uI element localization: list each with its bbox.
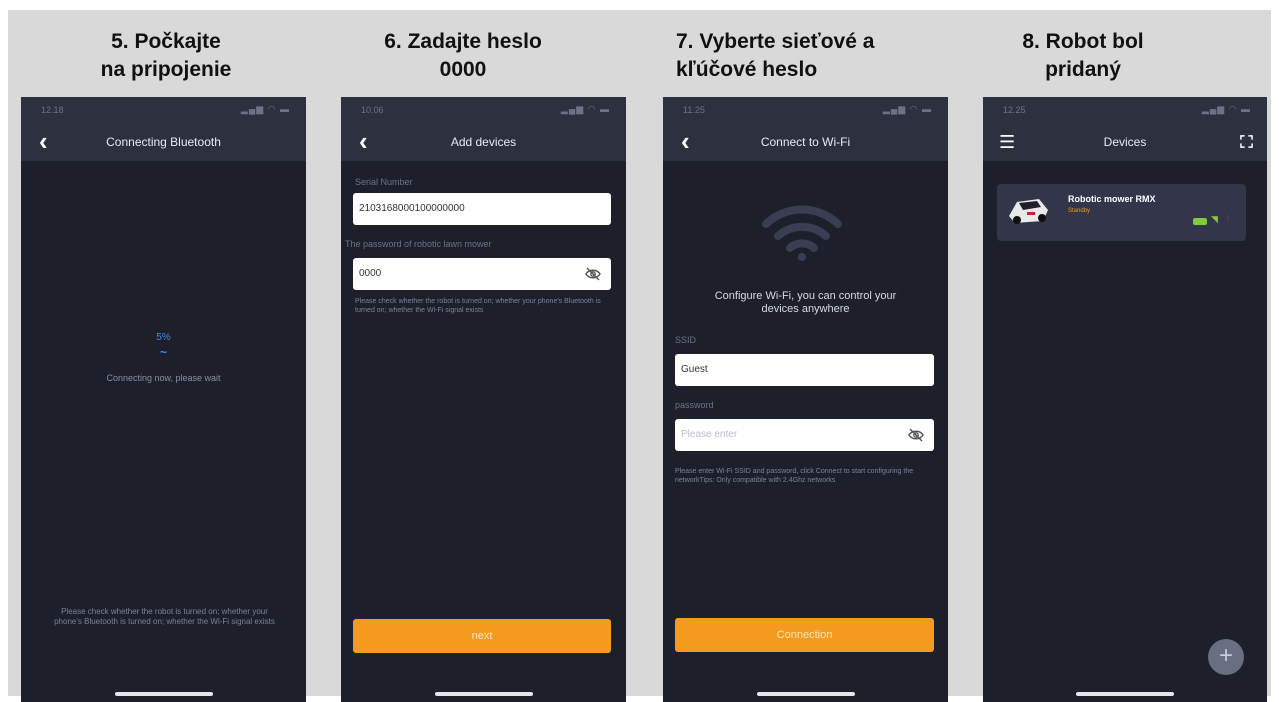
serial-number-label: Serial Number: [355, 177, 413, 187]
ssid-label: SSID: [675, 335, 697, 345]
wifi-password-field[interactable]: Please enter: [675, 419, 934, 451]
fullscreen-icon[interactable]: [1240, 135, 1253, 148]
progress-percent: 5%: [156, 332, 171, 343]
phone-add-devices: 10.06 ▂▄▆ ◠ ▬ ‹ Add devices Serial Numbe…: [341, 97, 626, 702]
add-device-button[interactable]: +: [1208, 639, 1244, 675]
status-icons: ▂▄▆ ◠ ▬: [1201, 104, 1251, 114]
password-label: password: [675, 400, 714, 410]
bluetooth-icon: ᛒ: [1226, 214, 1231, 223]
wifi-icon: [762, 205, 842, 261]
nav-bar: ‹ Connecting Bluetooth: [21, 123, 306, 161]
home-indicator: [1076, 692, 1174, 696]
password-label: The password of robotic lawn mower: [345, 239, 492, 249]
home-indicator: [114, 692, 213, 696]
nav-bar: ☰ Devices: [983, 123, 1267, 161]
connection-button[interactable]: Connection: [675, 618, 934, 652]
nav-bar: ‹ Add devices: [341, 123, 626, 161]
status-time: 11.25: [683, 105, 705, 115]
nav-title: Devices: [1103, 135, 1147, 149]
step-6-heading: 6. Zadajte heslo 0000: [384, 30, 542, 81]
step-5-heading: 5. Počkajte na pripojenie: [100, 30, 232, 81]
eye-off-icon[interactable]: [585, 266, 601, 282]
phone-connecting-bluetooth: 12.18 ▂▄▆ ◠ ▬ ‹ Connecting Bluetooth 5% …: [21, 97, 306, 702]
configure-text: Configure Wi-Fi, you can control your de…: [714, 290, 897, 315]
ssid-field[interactable]: Guest: [675, 354, 934, 386]
home-indicator: [756, 692, 855, 696]
waiting-text: Connecting now, please wait: [106, 373, 221, 383]
step-7-heading: 7. Vyberte sieťové a kľúčové heslo: [676, 30, 875, 81]
status-icons: ▂▄▆ ◠ ▬: [882, 104, 932, 114]
nav-title: Add devices: [450, 135, 517, 149]
device-card[interactable]: Robotic mower RMX Standby ◥ ᛒ: [997, 184, 1246, 241]
connection-hint: Please check whether the robot is turned…: [355, 298, 601, 314]
password-placeholder: Please enter: [681, 429, 738, 440]
status-bar: 10.06 ▂▄▆ ◠ ▬: [341, 97, 626, 123]
wifi-signal-icon: ◥: [1211, 214, 1218, 224]
status-time: 12.18: [41, 105, 64, 115]
status-icons: ▂▄▆ ◠ ▬: [560, 104, 610, 114]
home-indicator: [434, 692, 533, 696]
step-8-heading: 8. Robot bol pridaný: [1022, 30, 1144, 81]
status-icons: ▂▄▆ ◠ ▬: [240, 104, 290, 114]
password-value: 0000: [359, 268, 382, 279]
device-name: Robotic mower RMX: [1068, 194, 1156, 204]
progress-spinner: ~: [159, 345, 167, 359]
status-bar: 11.25 ▂▄▆ ◠ ▬: [663, 97, 948, 123]
status-time: 10.06: [361, 105, 384, 115]
nav-title: Connect to Wi-Fi: [760, 135, 851, 149]
device-status: Standby: [1068, 208, 1091, 214]
phone-connect-wifi: 11.25 ▂▄▆ ◠ ▬ ‹ Connect to Wi-Fi Configu…: [663, 97, 948, 702]
bottom-hint: Please check whether the robot is turned…: [54, 607, 275, 626]
password-field[interactable]: 0000: [353, 258, 611, 290]
eye-off-icon[interactable]: [908, 427, 924, 443]
nav-title: Connecting Bluetooth: [106, 135, 221, 149]
next-button[interactable]: next: [353, 619, 611, 653]
status-time: 12.25: [1003, 105, 1026, 115]
status-bar: 12.18 ▂▄▆ ◠ ▬: [21, 97, 306, 123]
status-bar: 12.25 ▂▄▆ ◠ ▬: [983, 97, 1267, 123]
plus-icon: +: [1218, 642, 1233, 669]
tutorial-canvas: 5. Počkajte na pripojenie 12.18 ▂▄▆ ◠ ▬ …: [8, 10, 1271, 702]
battery-icon: [1193, 218, 1207, 225]
phone-devices: 12.25 ▂▄▆ ◠ ▬ ☰ Devices Robotic mower RM…: [983, 97, 1267, 702]
mower-icon: [1009, 199, 1048, 224]
nav-bar: ‹ Connect to Wi-Fi: [663, 123, 948, 161]
wifi-hint: Please enter Wi-Fi SSID and password, cl…: [675, 468, 914, 484]
serial-number-field[interactable]: 2103168000100000000: [353, 193, 611, 225]
